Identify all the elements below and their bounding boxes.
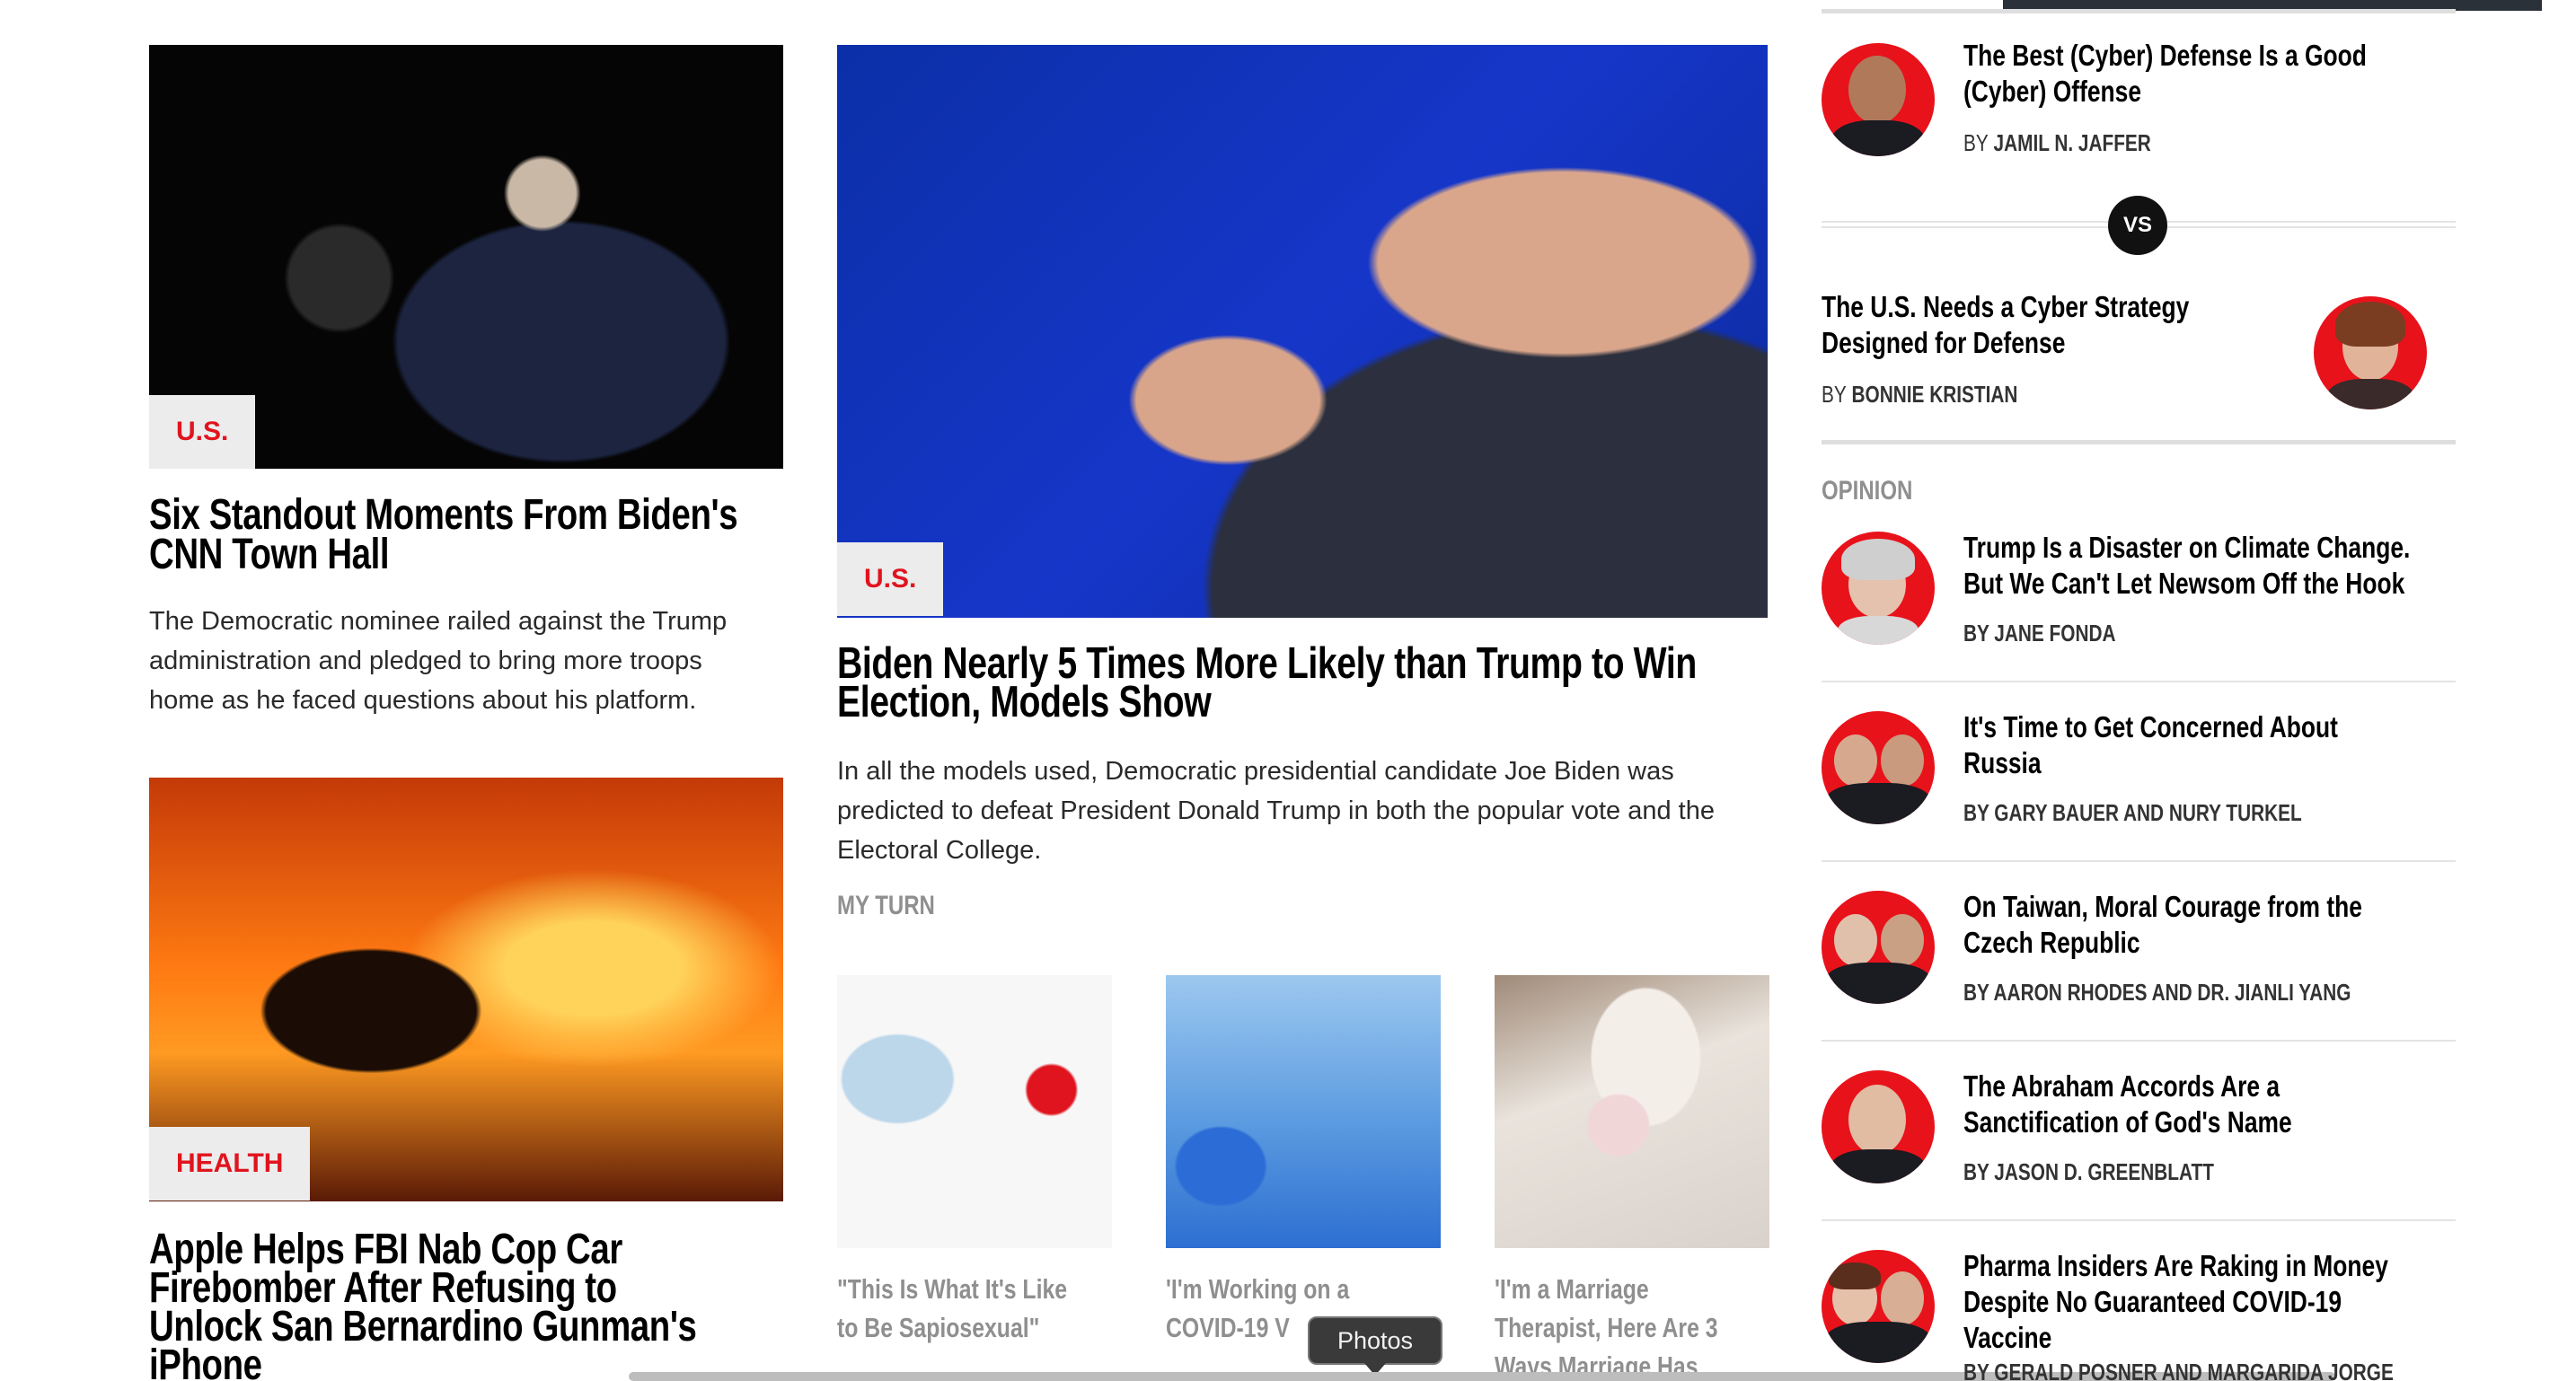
byline-text: BY AARON RHODES AND DR. JIANLI YANG: [1963, 979, 2351, 1006]
by-label: BY: [1963, 129, 1989, 156]
opinion-item-3-byline[interactable]: BY AARON RHODES AND DR. JIANLI YANG: [1963, 979, 2576, 1007]
title-line: Designed for Defense: [1822, 326, 2066, 359]
my-turn-photo-1[interactable]: [837, 975, 1112, 1248]
headline-line: CNN Town Hall: [149, 531, 390, 578]
lead-tag[interactable]: U.S.: [837, 542, 944, 616]
headline-line: Six Standout Moments From Biden's: [149, 491, 738, 539]
dek-line: predicted to defeat President Donald Tru…: [837, 796, 1715, 825]
opinion-item-1-title[interactable]: Trump Is a Disaster on Climate Change. B…: [1963, 530, 2576, 602]
title-line: Sanctification of God's Name: [1963, 1105, 2292, 1139]
my-turn-label[interactable]: MY TURN: [837, 891, 959, 921]
my-turn-label-text: MY TURN: [837, 891, 935, 920]
debate-pro-byline[interactable]: BY JAMIL N. JAFFER: [1963, 129, 2466, 157]
opinion-label-text: OPINION: [1822, 476, 1913, 506]
title-line: Vaccine: [1963, 1321, 2052, 1354]
photos-tooltip: Photos: [1308, 1316, 1442, 1376]
opinion-item-4-title[interactable]: The Abraham Accords Are a Sanctification…: [1963, 1069, 2576, 1140]
title-line: Czech Republic: [1963, 926, 2140, 959]
avatar-jason-greenblatt[interactable]: [1822, 1070, 1935, 1183]
title-line: The Best (Cyber) Defense Is a Good: [1963, 39, 2367, 72]
opinion-item-2-byline[interactable]: BY GARY BAUER AND NURY TURKEL: [1963, 799, 2576, 827]
opinion-item-4-byline[interactable]: BY JASON D. GREENBLATT: [1963, 1158, 2576, 1186]
story2-headline[interactable]: Apple Helps FBI Nab Cop Car Firebomber A…: [149, 1226, 940, 1381]
dek-line: administration and pledged to bring more…: [149, 647, 702, 675]
avatar-rhodes-yang[interactable]: [1822, 891, 1935, 1004]
debate-con-byline[interactable]: BY BONNIE KRISTIAN: [1822, 381, 2325, 409]
opinion-divider: [1822, 1040, 2456, 1042]
my-turn-caption-1[interactable]: "This Is What It's Like to Be Sapiosexua…: [837, 1270, 1178, 1347]
title-line: Russia: [1963, 746, 2042, 779]
headline-line: Election, Models Show: [837, 678, 1212, 726]
opinion-item-3-title[interactable]: On Taiwan, Moral Courage from the Czech …: [1963, 889, 2576, 961]
vs-badge: VS: [2108, 196, 2167, 255]
my-turn-caption-3[interactable]: 'I'm a Marriage Therapist, Here Are 3 Wa…: [1495, 1270, 1836, 1381]
avatar-posner-jorge[interactable]: [1822, 1250, 1935, 1363]
headline-line: Apple Helps FBI Nab Cop Car: [149, 1226, 622, 1273]
title-line: Trump Is a Disaster on Climate Change.: [1963, 531, 2411, 564]
author-name: JAMIL N. JAFFER: [1993, 129, 2151, 156]
dek-line: The Democratic nominee railed against th…: [149, 607, 728, 636]
avatar-jane-fonda[interactable]: [1822, 532, 1935, 645]
byline-text: BY JANE FONDA: [1963, 620, 2116, 647]
headline-line: Unlock San Bernardino Gunman's: [149, 1303, 697, 1350]
dek-line: home as he faced questions about his pla…: [149, 686, 697, 715]
caption-line: 'I'm Working on a: [1166, 1273, 1350, 1305]
debate-bottom-rule: [1822, 440, 2456, 444]
opinion-item-1-byline[interactable]: BY JANE FONDA: [1963, 620, 2576, 647]
title-line: On Taiwan, Moral Courage from the: [1963, 890, 2362, 923]
my-turn-photo-3[interactable]: [1495, 975, 1769, 1248]
debate-top-rule: [1822, 9, 2456, 13]
title-line: Despite No Guaranteed COVID-19: [1963, 1285, 2342, 1318]
avatar-jamil-jaffer[interactable]: [1822, 43, 1935, 156]
story1-tag[interactable]: U.S.: [149, 395, 256, 469]
story1-headline[interactable]: Six Standout Moments From Biden's CNN To…: [149, 491, 940, 578]
headline-line: Firebomber After Refusing to: [149, 1264, 617, 1312]
lead-photo[interactable]: [837, 45, 1768, 618]
opinion-divider: [1822, 860, 2456, 862]
opinion-item-5-byline[interactable]: BY GERALD POSNER AND MARGARIDA JORGE: [1963, 1359, 2576, 1381]
title-line: The U.S. Needs a Cyber Strategy: [1822, 290, 2190, 323]
title-line: Pharma Insiders Are Raking in Money: [1963, 1249, 2388, 1282]
story1-dek: The Democratic nominee railed against th…: [149, 602, 796, 720]
title-line: It's Time to Get Concerned About: [1963, 710, 2338, 743]
opinion-divider: [1822, 1219, 2456, 1221]
dek-line: In all the models used, Democratic presi…: [837, 757, 1674, 786]
by-label: BY: [1822, 381, 1847, 408]
byline-text: BY GARY BAUER AND NURY TURKEL: [1963, 799, 2302, 826]
opinion-item-2-title[interactable]: It's Time to Get Concerned About Russia: [1963, 709, 2576, 781]
caption-line: "This Is What It's Like: [837, 1273, 1068, 1305]
byline-text: BY JASON D. GREENBLATT: [1963, 1158, 2214, 1185]
lead-headline[interactable]: Biden Nearly 5 Times More Likely than Tr…: [837, 642, 1987, 726]
opinion-divider: [1822, 681, 2456, 682]
debate-pro-title[interactable]: The Best (Cyber) Defense Is a Good (Cybe…: [1963, 38, 2576, 110]
opinion-label[interactable]: OPINION: [1822, 476, 1936, 506]
author-name: BONNIE KRISTIAN: [1851, 381, 2018, 408]
story2-tag[interactable]: HEALTH: [149, 1127, 311, 1201]
title-line: But We Can't Let Newsom Off the Hook: [1963, 567, 2405, 600]
avatar-bauer-turkel[interactable]: [1822, 711, 1935, 824]
my-turn-photo-2[interactable]: [1166, 975, 1441, 1248]
debate-con-title[interactable]: The U.S. Needs a Cyber Strategy Designed…: [1822, 289, 2396, 361]
caption-line: 'I'm a Marriage: [1495, 1273, 1649, 1305]
caption-line: Therapist, Here Are 3: [1495, 1312, 1718, 1343]
avatar-bonnie-kristian[interactable]: [2314, 296, 2427, 409]
title-line: (Cyber) Offense: [1963, 75, 2142, 108]
caption-line: to Be Sapiosexual": [837, 1312, 1040, 1343]
dek-line: Electoral College.: [837, 836, 1042, 865]
lead-dek: In all the models used, Democratic presi…: [837, 752, 1771, 870]
opinion-item-5-title[interactable]: Pharma Insiders Are Raking in Money Desp…: [1963, 1248, 2576, 1356]
byline-text: BY GERALD POSNER AND MARGARIDA JORGE: [1963, 1359, 2394, 1381]
title-line: The Abraham Accords Are a: [1963, 1069, 2280, 1103]
